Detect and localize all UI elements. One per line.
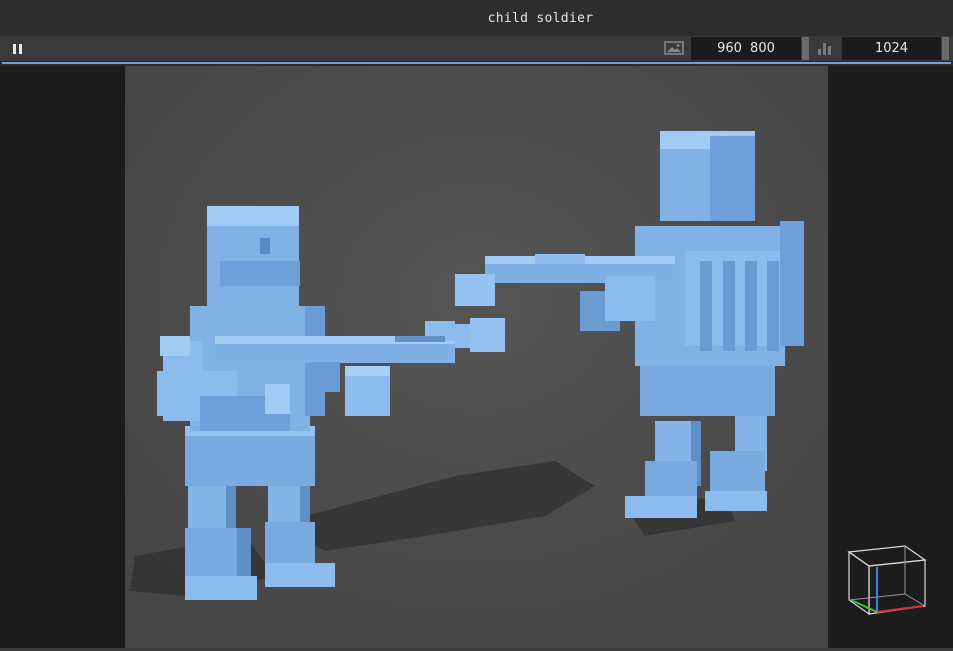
pause-icon-bar xyxy=(18,44,22,54)
voxel-scene xyxy=(125,66,828,648)
render-image[interactable] xyxy=(125,66,828,648)
pause-button[interactable] xyxy=(9,41,25,57)
samples-field[interactable]: 1024 xyxy=(842,37,941,60)
render-toolbar: 960 800 1024 xyxy=(0,36,953,61)
resolution-handle[interactable] xyxy=(802,37,809,60)
samples-handle[interactable] xyxy=(942,37,949,60)
window-title: child soldier xyxy=(487,10,594,26)
render-viewport[interactable] xyxy=(0,66,953,648)
view-cube-icon[interactable] xyxy=(843,542,931,622)
title-bar: child soldier xyxy=(0,0,953,36)
pause-icon xyxy=(12,44,16,54)
bar-chart-icon xyxy=(818,43,831,55)
image-icon xyxy=(664,41,684,55)
resolution-field[interactable]: 960 800 xyxy=(691,37,801,60)
render-progress-bar xyxy=(2,62,951,64)
